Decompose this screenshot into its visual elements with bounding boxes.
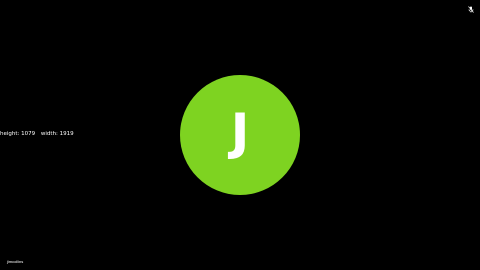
width-label: width: — [40, 131, 58, 137]
height-value: 1079 — [21, 131, 36, 137]
mute-indicator-button[interactable] — [467, 5, 475, 13]
participant-name: jimcollins — [7, 259, 24, 264]
participant-avatar: J — [180, 75, 300, 195]
stream-dimensions: height: 1079 width: 1919 — [0, 130, 74, 138]
width-value: 1919 — [59, 131, 74, 137]
height-label: height: — [0, 131, 20, 137]
microphone-muted-icon — [468, 5, 474, 13]
avatar-initial: J — [230, 103, 250, 161]
video-stage: height: 1079 width: 1919 J jimcollins — [0, 0, 480, 270]
